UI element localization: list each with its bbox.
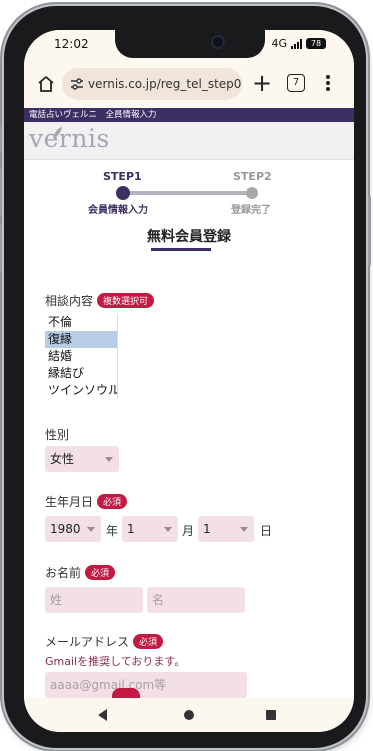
last-name-input[interactable]: 姓 xyxy=(45,587,143,613)
step2-description: 登録完了 xyxy=(231,205,271,216)
chevron-down-icon xyxy=(240,527,248,532)
logo-leaf-icon xyxy=(53,127,62,139)
chevron-down-icon xyxy=(87,527,95,532)
birth-year-value: 1980 xyxy=(50,522,81,536)
consult-option[interactable]: ツインソウル xyxy=(45,382,117,398)
gender-label: 性別 xyxy=(45,428,70,442)
home-button-icon[interactable] xyxy=(184,710,194,720)
birth-day-value: 1 xyxy=(203,522,211,536)
step1-description: 会員情報入力 xyxy=(88,205,148,216)
email-label: メールアドレス xyxy=(45,635,130,649)
url-text: vernis.co.jp/reg_tel_step01.ph xyxy=(88,77,242,91)
month-suffix: 月 xyxy=(182,524,195,538)
consult-label: 相談内容 xyxy=(45,294,94,308)
name-label-row: お名前 必須 xyxy=(45,564,116,581)
more-menu-icon[interactable] xyxy=(322,74,334,94)
chevron-down-icon xyxy=(164,527,172,532)
new-tab-icon[interactable]: + xyxy=(250,71,274,96)
battery-icon: 78 xyxy=(306,38,326,49)
consult-option-selected[interactable]: 復縁 xyxy=(45,331,117,348)
next-required-badge xyxy=(112,688,140,698)
first-name-input[interactable]: 名 xyxy=(147,587,245,613)
form-title: 無料会員登録 xyxy=(147,229,231,245)
step2-dot xyxy=(246,187,258,199)
system-nav-bar xyxy=(24,698,354,732)
notch xyxy=(115,30,265,58)
email-input[interactable]: aaaa@gmail.com等 xyxy=(45,672,247,698)
status-time: 12:02 xyxy=(54,37,89,51)
consult-option[interactable]: 結婚 xyxy=(45,348,117,365)
status-bar: 12:02 4G 78 xyxy=(24,30,354,60)
birth-day-select[interactable]: 1 xyxy=(198,516,254,542)
phone-side-button xyxy=(0,126,2,152)
title-underline xyxy=(151,248,211,251)
home-icon[interactable] xyxy=(36,74,56,94)
consult-listbox[interactable]: 不倫 復縁 結婚 縁結び ツインソウル xyxy=(45,314,118,398)
multi-select-badge: 複数選択可 xyxy=(97,293,155,308)
site-logo[interactable]: vernis xyxy=(29,124,110,153)
status-indicators: 4G 78 xyxy=(271,37,326,50)
birth-month-value: 1 xyxy=(127,522,135,536)
front-camera xyxy=(211,35,225,49)
name-label: お名前 xyxy=(45,566,82,580)
required-badge: 必須 xyxy=(85,565,116,580)
back-icon[interactable] xyxy=(98,709,107,721)
browser-toolbar: vernis.co.jp/reg_tel_step01.ph + 7 xyxy=(24,60,354,108)
chevron-down-icon xyxy=(105,457,113,462)
gmail-note: Gmailを推奨しております。 xyxy=(45,655,186,668)
phone-power-button xyxy=(368,196,371,266)
birthday-label: 生年月日 xyxy=(45,495,94,509)
phone-screen: 12:02 4G 78 vernis.co.jp/reg_tel_step0 +… xyxy=(24,30,354,732)
step-progress-line xyxy=(124,191,252,195)
registration-form: STEP1 STEP2 会員情報入力 登録完了 無料会員登録 相談内容 複数選択可… xyxy=(24,160,354,698)
address-bar[interactable]: vernis.co.jp/reg_tel_step01.ph xyxy=(62,68,242,100)
gender-select[interactable]: 女性 xyxy=(45,446,119,472)
step2-label: STEP2 xyxy=(233,170,272,183)
birth-year-select[interactable]: 1980 xyxy=(45,516,101,542)
required-badge: 必須 xyxy=(133,634,164,649)
required-badge: 必須 xyxy=(97,494,128,509)
phone-frame: 12:02 4G 78 vernis.co.jp/reg_tel_step0 +… xyxy=(0,6,371,748)
step1-label: STEP1 xyxy=(103,170,142,183)
site-header-strip: 電話占いヴェルニ 全員情報入力 xyxy=(24,108,354,122)
year-suffix: 年 xyxy=(106,524,119,538)
consult-option[interactable]: 縁結び xyxy=(45,365,117,382)
consult-label-row: 相談内容 複数選択可 xyxy=(45,292,155,309)
consult-option[interactable]: 不倫 xyxy=(45,314,117,331)
gender-value: 女性 xyxy=(50,452,75,466)
network-type: 4G xyxy=(271,37,287,50)
step1-dot xyxy=(116,186,130,200)
email-label-row: メールアドレス 必須 xyxy=(45,633,164,650)
site-settings-icon[interactable] xyxy=(70,77,84,91)
phone-volume-up-button xyxy=(0,168,2,216)
birth-month-select[interactable]: 1 xyxy=(122,516,178,542)
tab-switcher-button[interactable]: 7 xyxy=(287,74,305,92)
site-logo-bar: vernis xyxy=(24,122,354,160)
day-suffix: 日 xyxy=(260,524,273,538)
phone-volume-down-button xyxy=(0,224,2,272)
signal-icon xyxy=(291,38,302,49)
recent-apps-icon[interactable] xyxy=(266,710,276,720)
birthday-label-row: 生年月日 必須 xyxy=(45,493,128,510)
